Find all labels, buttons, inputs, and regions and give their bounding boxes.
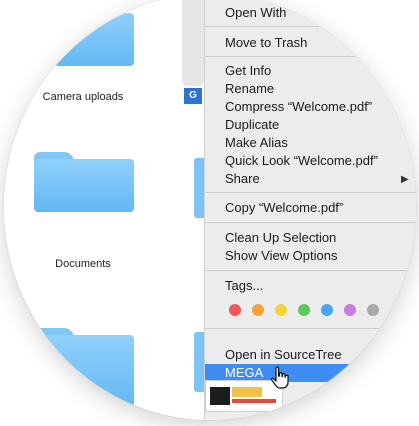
- folder-icon[interactable]: [34, 328, 134, 408]
- menu-item-tags[interactable]: Tags...: [205, 277, 416, 295]
- tag-color-dot[interactable]: [275, 304, 287, 316]
- hand-pointer-cursor-icon: [270, 366, 289, 389]
- menu-item-show-view-options[interactable]: Show View Options: [205, 247, 416, 265]
- tag-color-dot[interactable]: [344, 304, 356, 316]
- menu-separator: [205, 192, 416, 193]
- menu-item-make-alias[interactable]: Make Alias: [205, 134, 416, 152]
- finder-window: Camera uploads Documents G: [4, 0, 210, 420]
- tag-color-dot[interactable]: [229, 304, 241, 316]
- menu-separator: [205, 222, 416, 223]
- menu-separator: [205, 56, 416, 57]
- magnified-view: Camera uploads Documents G Open With Mov…: [4, 0, 416, 420]
- submenu-arrow-icon: ▶: [401, 174, 409, 185]
- folder-camera-uploads-icon[interactable]: [34, 6, 134, 66]
- menu-item-share[interactable]: Share: [205, 170, 416, 188]
- tag-color-dot[interactable]: [298, 304, 310, 316]
- folder-label: Camera uploads: [42, 91, 124, 103]
- menu-separator: [205, 270, 416, 271]
- menu-item-move-to-trash[interactable]: Move to Trash: [205, 34, 416, 52]
- menu-item-open-with[interactable]: Open With: [205, 4, 416, 22]
- menu-item-rename[interactable]: Rename: [205, 80, 416, 98]
- menu-item-open-in-sourcetree[interactable]: Open in SourceTree: [205, 346, 416, 364]
- menu-item-duplicate[interactable]: Duplicate: [205, 116, 416, 134]
- tag-color-dot[interactable]: [321, 304, 333, 316]
- file-thumbnail[interactable]: [182, 0, 204, 86]
- folder-documents-icon[interactable]: [34, 152, 134, 212]
- menu-item-copy[interactable]: Copy “Welcome.pdf”: [205, 199, 416, 217]
- tag-color-dot[interactable]: [252, 304, 264, 316]
- file-badge: G: [184, 88, 202, 104]
- menu-item-get-info[interactable]: Get Info: [205, 62, 416, 80]
- menu-item-quick-look[interactable]: Quick Look “Welcome.pdf”: [205, 152, 416, 170]
- context-menu: Open With Move to Trash Get Info Rename …: [204, 0, 416, 420]
- menu-separator: [205, 328, 416, 329]
- menu-item-clean-up-selection[interactable]: Clean Up Selection: [205, 229, 416, 247]
- folder-label: Documents: [55, 258, 111, 270]
- menu-separator: [205, 26, 416, 27]
- menu-item-compress[interactable]: Compress “Welcome.pdf”: [205, 98, 416, 116]
- tag-color-dot[interactable]: [367, 304, 379, 316]
